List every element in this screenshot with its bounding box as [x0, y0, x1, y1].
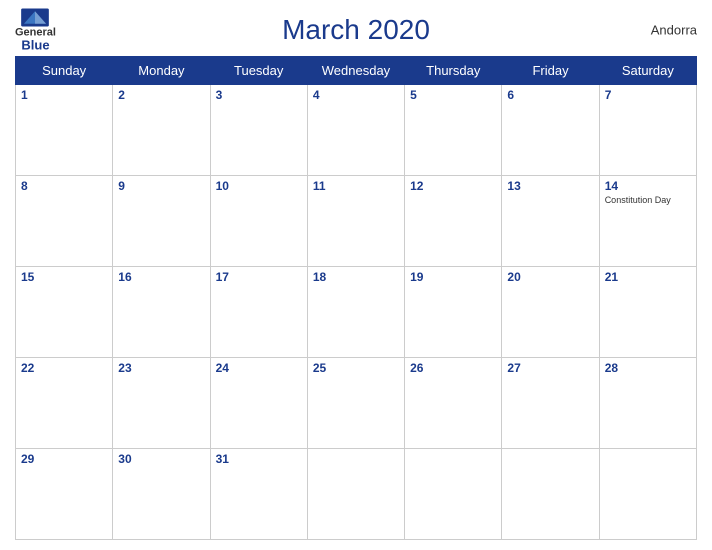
calendar-cell: 22: [16, 358, 113, 449]
event-label: Constitution Day: [605, 195, 691, 206]
calendar-week-row: 1234567: [16, 85, 697, 176]
day-number: 14: [605, 179, 691, 193]
calendar-cell: 29: [16, 449, 113, 540]
calendar-cell: 18: [307, 267, 404, 358]
calendar-cell: 30: [113, 449, 210, 540]
day-number: 13: [507, 179, 593, 193]
day-number: 12: [410, 179, 496, 193]
calendar-week-row: 15 16 17 18 19 20 21: [16, 267, 697, 358]
calendar-cell: 9: [113, 176, 210, 267]
calendar-cell: 7: [599, 85, 696, 176]
day-number: 30: [118, 452, 204, 466]
calendar-cell: 13: [502, 176, 599, 267]
day-number: 6: [507, 88, 593, 102]
calendar-cell: 12: [405, 176, 502, 267]
day-number: 3: [216, 88, 302, 102]
calendar-cell: 28: [599, 358, 696, 449]
day-number: 24: [216, 361, 302, 375]
day-number: 9: [118, 179, 204, 193]
day-number: 5: [410, 88, 496, 102]
calendar-cell: [405, 449, 502, 540]
calendar-container: General Blue March 2020 Andorra SundayMo…: [0, 0, 712, 550]
calendar-title: March 2020: [282, 14, 430, 46]
calendar-cell: 27: [502, 358, 599, 449]
calendar-week-row: 22 23 24 25 26 27 28: [16, 358, 697, 449]
weekday-header-friday: Friday: [502, 57, 599, 85]
day-number: 19: [410, 270, 496, 284]
day-number: 27: [507, 361, 593, 375]
day-number: 7: [605, 88, 691, 102]
day-number: 21: [605, 270, 691, 284]
calendar-cell: 14 Constitution Day: [599, 176, 696, 267]
weekday-header-tuesday: Tuesday: [210, 57, 307, 85]
day-number: 29: [21, 452, 107, 466]
calendar-cell: [307, 449, 404, 540]
day-number: 15: [21, 270, 107, 284]
calendar-cell: 6: [502, 85, 599, 176]
calendar-header: General Blue March 2020 Andorra: [15, 10, 697, 50]
weekday-header-monday: Monday: [113, 57, 210, 85]
calendar-cell: 1: [16, 85, 113, 176]
calendar-cell: 2: [113, 85, 210, 176]
calendar-cell: 4: [307, 85, 404, 176]
day-number: 10: [216, 179, 302, 193]
weekday-header-saturday: Saturday: [599, 57, 696, 85]
calendar-cell: 17: [210, 267, 307, 358]
weekday-header-thursday: Thursday: [405, 57, 502, 85]
calendar-cell: 15: [16, 267, 113, 358]
calendar-cell: 23: [113, 358, 210, 449]
weekday-header-row: SundayMondayTuesdayWednesdayThursdayFrid…: [16, 57, 697, 85]
calendar-cell: 16: [113, 267, 210, 358]
calendar-cell: 24: [210, 358, 307, 449]
day-number: 31: [216, 452, 302, 466]
day-number: 16: [118, 270, 204, 284]
calendar-cell: 25: [307, 358, 404, 449]
logo: General Blue: [15, 9, 56, 52]
calendar-cell: 21: [599, 267, 696, 358]
calendar-cell: 19: [405, 267, 502, 358]
calendar-cell: 11: [307, 176, 404, 267]
logo-blue-text: Blue: [21, 39, 49, 52]
weekday-header-wednesday: Wednesday: [307, 57, 404, 85]
calendar-table: SundayMondayTuesdayWednesdayThursdayFrid…: [15, 56, 697, 540]
calendar-cell: 26: [405, 358, 502, 449]
day-number: 18: [313, 270, 399, 284]
day-number: 4: [313, 88, 399, 102]
calendar-week-row: 89 10 11 12 13 14 Constitution Day: [16, 176, 697, 267]
day-number: 25: [313, 361, 399, 375]
calendar-cell: 10: [210, 176, 307, 267]
day-number: 11: [313, 179, 399, 193]
day-number: 26: [410, 361, 496, 375]
day-number: 2: [118, 88, 204, 102]
day-number: 1: [21, 88, 107, 102]
calendar-cell: [599, 449, 696, 540]
calendar-cell: 8: [16, 176, 113, 267]
day-number: 28: [605, 361, 691, 375]
day-number: 8: [21, 179, 107, 193]
country-label: Andorra: [651, 23, 697, 38]
day-number: 22: [21, 361, 107, 375]
calendar-cell: 3: [210, 85, 307, 176]
weekday-header-sunday: Sunday: [16, 57, 113, 85]
logo-icon: [21, 9, 49, 27]
day-number: 23: [118, 361, 204, 375]
calendar-cell: 5: [405, 85, 502, 176]
calendar-week-row: 29 30 31: [16, 449, 697, 540]
calendar-cell: 31: [210, 449, 307, 540]
day-number: 17: [216, 270, 302, 284]
calendar-cell: [502, 449, 599, 540]
day-number: 20: [507, 270, 593, 284]
calendar-cell: 20: [502, 267, 599, 358]
